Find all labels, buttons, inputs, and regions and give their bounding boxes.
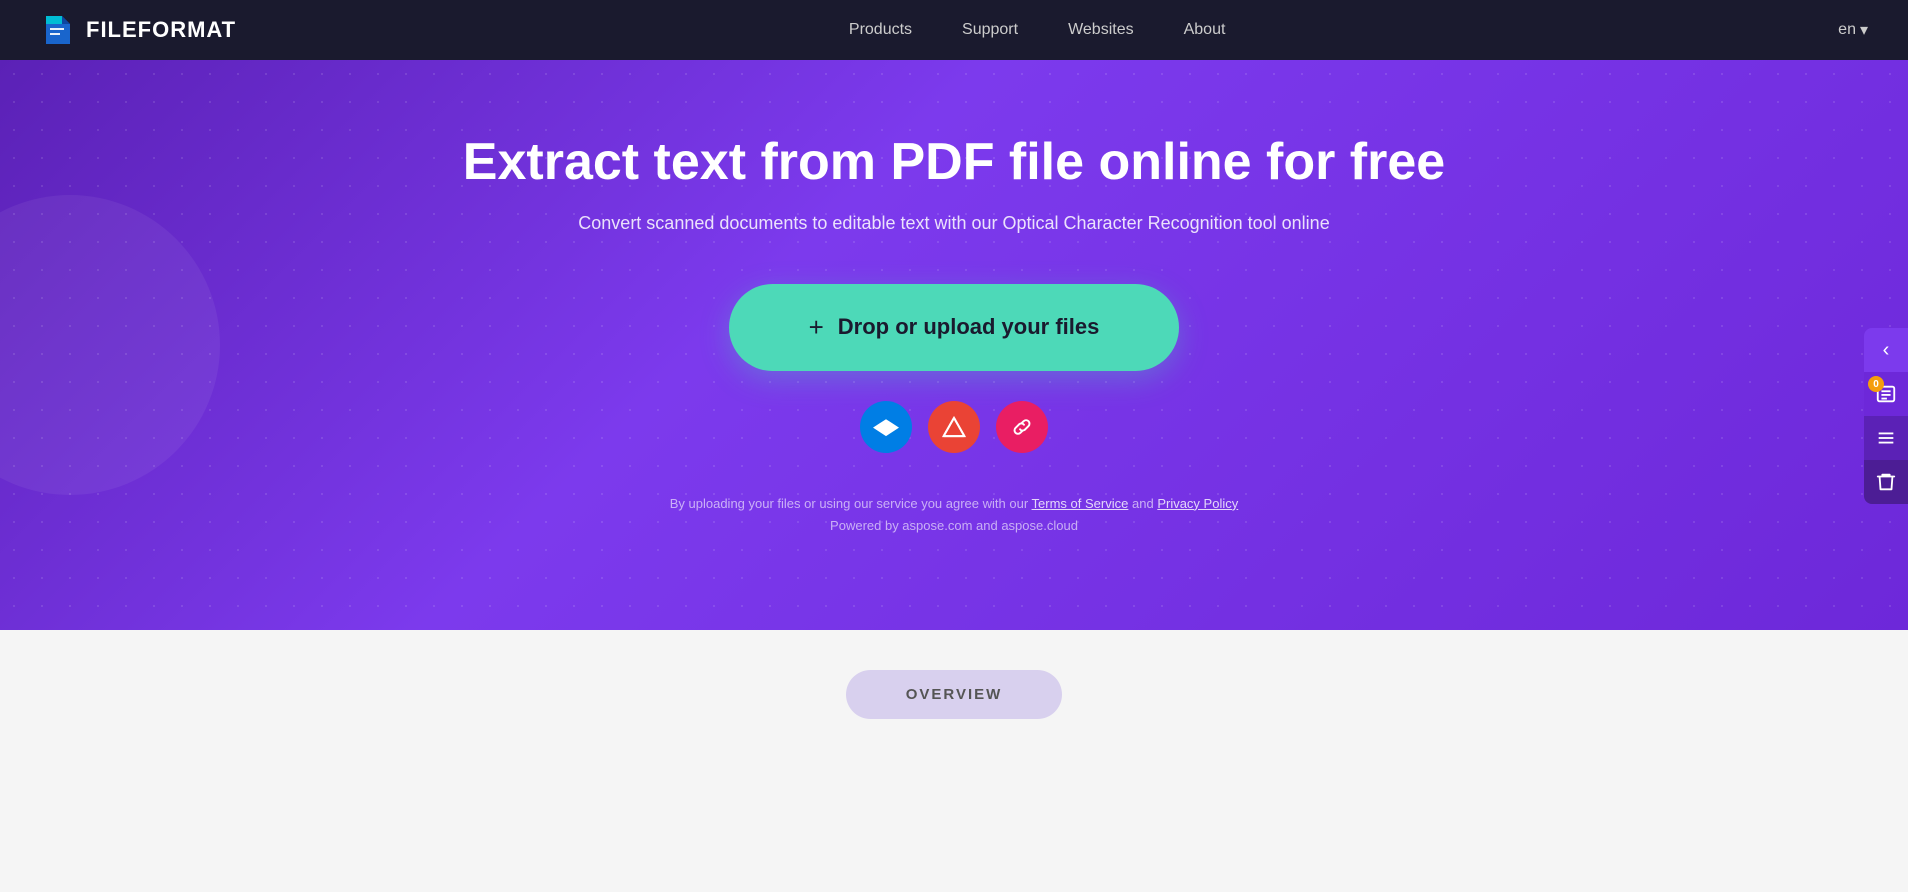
hero-section: Extract text from PDF file online for fr… (0, 60, 1908, 630)
hero-title: Extract text from PDF file online for fr… (463, 133, 1445, 193)
overview-section: OVERVIEW (0, 630, 1908, 892)
overview-button[interactable]: OVERVIEW (846, 670, 1063, 719)
footer-and: and (1132, 496, 1154, 511)
logo-icon (40, 12, 76, 48)
nav-about[interactable]: About (1184, 21, 1226, 39)
cloud-icons-row (463, 401, 1445, 453)
sidebar-lines-button[interactable] (1864, 416, 1908, 460)
sidebar-checklist-button[interactable]: 0 (1864, 372, 1908, 416)
powered-text: Powered by aspose.com and aspose.cloud (830, 518, 1078, 533)
footer-text-1: By uploading your files or using our ser… (670, 496, 1028, 511)
navbar: FILEFORMAT Products Support Websites Abo… (0, 0, 1908, 60)
lang-label: en (1838, 21, 1856, 39)
nav-support[interactable]: Support (962, 21, 1018, 39)
nav-products[interactable]: Products (849, 21, 912, 39)
hero-subtitle: Convert scanned documents to editable te… (463, 213, 1445, 234)
hero-decoration-circle (0, 195, 220, 495)
google-drive-icon[interactable] (928, 401, 980, 453)
sidebar-right: ‹ 0 (1864, 328, 1908, 504)
lang-selector[interactable]: en ▾ (1838, 20, 1868, 40)
logo-text: FILEFORMAT (86, 17, 236, 43)
link-icon[interactable] (996, 401, 1048, 453)
chevron-down-icon: ▾ (1860, 20, 1868, 40)
upload-button[interactable]: + Drop or upload your files (729, 284, 1180, 371)
hero-footer: By uploading your files or using our ser… (463, 493, 1445, 537)
upload-button-label: Drop or upload your files (838, 314, 1100, 340)
sidebar-collapse-button[interactable]: ‹ (1864, 328, 1908, 372)
hero-content: Extract text from PDF file online for fr… (463, 133, 1445, 537)
badge-count: 0 (1868, 376, 1884, 392)
logo-link[interactable]: FILEFORMAT (40, 12, 236, 48)
lines-icon (1875, 427, 1897, 449)
sidebar-trash-button[interactable] (1864, 460, 1908, 504)
dropbox-icon[interactable] (860, 401, 912, 453)
plus-icon: + (809, 312, 824, 343)
terms-link[interactable]: Terms of Service (1032, 496, 1129, 511)
navbar-links: Products Support Websites About (849, 21, 1226, 39)
trash-icon (1875, 471, 1897, 493)
nav-websites[interactable]: Websites (1068, 21, 1134, 39)
privacy-link[interactable]: Privacy Policy (1157, 496, 1238, 511)
collapse-icon: ‹ (1883, 339, 1890, 362)
